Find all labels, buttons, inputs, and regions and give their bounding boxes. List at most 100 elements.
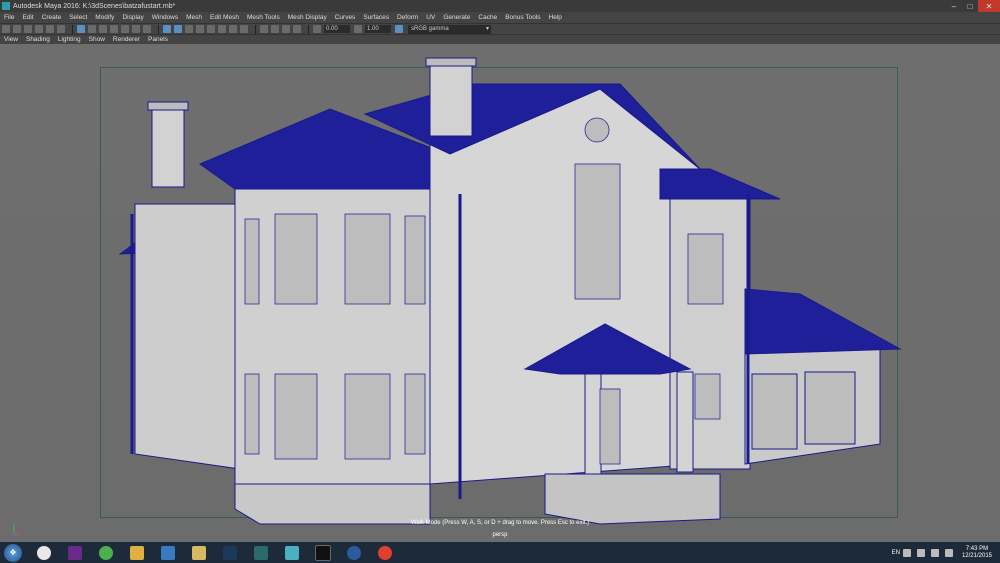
textured-icon[interactable] bbox=[196, 25, 204, 33]
clock-date: 12/21/2015 bbox=[961, 552, 992, 559]
start-button[interactable]: ❖ bbox=[4, 543, 22, 562]
wireframe-on-shaded-icon[interactable] bbox=[185, 25, 193, 33]
taskbar-app-clock[interactable] bbox=[30, 543, 58, 562]
exposure-field[interactable]: 0.00 bbox=[324, 25, 350, 33]
shadows-icon[interactable] bbox=[218, 25, 226, 33]
view-transform-select[interactable]: sRGB gamma bbox=[408, 24, 491, 34]
taskbar-app-monitor[interactable] bbox=[154, 543, 182, 562]
menu-uv[interactable]: UV bbox=[426, 14, 435, 21]
house-model[interactable] bbox=[0, 44, 1000, 542]
depth-of-field-icon[interactable] bbox=[293, 25, 301, 33]
title-bar: Autodesk Maya 2016: K:\3dScenes\batzafus… bbox=[0, 0, 1000, 12]
taskbar-app-folder[interactable] bbox=[185, 543, 213, 562]
taskbar-app-vray[interactable] bbox=[340, 543, 368, 562]
taskbar-app-utorrent[interactable] bbox=[92, 543, 120, 562]
menu-mesh-display[interactable]: Mesh Display bbox=[288, 14, 327, 21]
action-center-icon[interactable] bbox=[930, 548, 939, 557]
menu-edit[interactable]: Edit bbox=[22, 14, 33, 21]
menu-modify[interactable]: Modify bbox=[95, 14, 114, 21]
toolbar-separator bbox=[72, 24, 73, 34]
grease-pencil-icon[interactable] bbox=[57, 25, 65, 33]
network-icon[interactable] bbox=[916, 548, 925, 557]
language-indicator[interactable]: EN bbox=[892, 550, 900, 556]
oculus-window bbox=[584, 117, 610, 143]
menu-bonus-tools[interactable]: Bonus Tools bbox=[505, 14, 540, 21]
clock[interactable]: 7:43 PM 12/21/2015 bbox=[962, 546, 992, 560]
window-arch bbox=[574, 163, 621, 300]
taskbar-app-unreal[interactable] bbox=[309, 543, 337, 562]
window-lower-2 bbox=[344, 373, 391, 460]
menu-windows[interactable]: Windows bbox=[152, 14, 178, 21]
roof-right bbox=[659, 168, 781, 200]
system-tray: EN 7:43 PM 12/21/2015 bbox=[892, 542, 1000, 563]
menu-display[interactable]: Display bbox=[122, 14, 143, 21]
grid-icon[interactable] bbox=[77, 25, 85, 33]
taskbar-app-chrome[interactable] bbox=[371, 543, 399, 562]
tray-expand-icon[interactable] bbox=[902, 548, 911, 557]
bay-tower bbox=[234, 183, 431, 500]
taskbar-app-explorer[interactable] bbox=[123, 543, 151, 562]
wireframe-icon[interactable] bbox=[163, 25, 171, 33]
minimize-button[interactable]: – bbox=[946, 0, 962, 12]
image-plane-icon[interactable] bbox=[35, 25, 43, 33]
menu-help[interactable]: Help bbox=[549, 14, 562, 21]
menu-cache[interactable]: Cache bbox=[478, 14, 497, 21]
windows-taskbar: ❖ EN 7:43 PM 12/21/2015 bbox=[0, 542, 1000, 563]
porch-column-right bbox=[676, 371, 694, 473]
panel-menu-view[interactable]: View bbox=[4, 36, 18, 43]
lights-icon[interactable] bbox=[207, 25, 215, 33]
taskbar-app-house[interactable] bbox=[278, 543, 306, 562]
menu-deform[interactable]: Deform bbox=[397, 14, 418, 21]
ambient-occlusion-icon[interactable] bbox=[260, 25, 268, 33]
film-gate-icon[interactable] bbox=[88, 25, 96, 33]
menu-select[interactable]: Select bbox=[69, 14, 87, 21]
window-upper-1 bbox=[274, 213, 318, 305]
chimney-left bbox=[151, 106, 185, 188]
isolate-icon[interactable] bbox=[240, 25, 248, 33]
smooth-shade-icon[interactable] bbox=[174, 25, 182, 33]
select-camera-icon[interactable] bbox=[2, 25, 10, 33]
color-management-icon[interactable] bbox=[395, 25, 403, 33]
2d-pan-zoom-icon[interactable] bbox=[46, 25, 54, 33]
panel-menu-panels[interactable]: Panels bbox=[148, 36, 168, 43]
anti-aliasing-icon[interactable] bbox=[282, 25, 290, 33]
field-chart-icon[interactable] bbox=[121, 25, 129, 33]
chimney-center bbox=[429, 63, 473, 137]
toolbar-separator bbox=[255, 24, 256, 34]
xray-icon[interactable] bbox=[229, 25, 237, 33]
menu-file[interactable]: File bbox=[4, 14, 14, 21]
safe-action-icon[interactable] bbox=[132, 25, 140, 33]
panel-menu-shading[interactable]: Shading bbox=[26, 36, 50, 43]
maximize-button[interactable]: □ bbox=[962, 0, 978, 12]
gate-mask-icon[interactable] bbox=[110, 25, 118, 33]
bookmark-icon[interactable] bbox=[24, 25, 32, 33]
window-right-lower bbox=[694, 373, 721, 420]
camera-attributes-icon[interactable] bbox=[13, 25, 21, 33]
menu-mesh-tools[interactable]: Mesh Tools bbox=[247, 14, 280, 21]
taskbar-app-purple[interactable] bbox=[61, 543, 89, 562]
garage-door-1 bbox=[751, 373, 798, 450]
safe-title-icon[interactable] bbox=[143, 25, 151, 33]
panel-menu-lighting[interactable]: Lighting bbox=[58, 36, 81, 43]
3d-viewport[interactable]: Walk Mode (Press W, A, S, or D + drag to… bbox=[0, 44, 1000, 542]
volume-icon[interactable] bbox=[944, 548, 953, 557]
menu-mesh[interactable]: Mesh bbox=[186, 14, 202, 21]
panel-menu-bar: View Shading Lighting Show Renderer Pane… bbox=[0, 35, 1000, 44]
motion-blur-icon[interactable] bbox=[271, 25, 279, 33]
hud-message: Walk Mode (Press W, A, S, or D + drag to… bbox=[410, 520, 590, 526]
window-lower-1 bbox=[274, 373, 318, 460]
close-button[interactable]: ✕ bbox=[978, 0, 1000, 12]
menu-curves[interactable]: Curves bbox=[335, 14, 356, 21]
toolbar-separator bbox=[308, 24, 309, 34]
taskbar-app-maya[interactable] bbox=[247, 543, 275, 562]
panel-menu-renderer[interactable]: Renderer bbox=[113, 36, 140, 43]
menu-generate[interactable]: Generate bbox=[443, 14, 470, 21]
menu-surfaces[interactable]: Surfaces bbox=[363, 14, 389, 21]
gamma-field[interactable]: 1.00 bbox=[365, 25, 391, 33]
roof-garage bbox=[744, 288, 902, 355]
resolution-gate-icon[interactable] bbox=[99, 25, 107, 33]
menu-edit-mesh[interactable]: Edit Mesh bbox=[210, 14, 239, 21]
panel-menu-show[interactable]: Show bbox=[89, 36, 105, 43]
taskbar-app-photoshop[interactable] bbox=[216, 543, 244, 562]
menu-create[interactable]: Create bbox=[42, 14, 62, 21]
